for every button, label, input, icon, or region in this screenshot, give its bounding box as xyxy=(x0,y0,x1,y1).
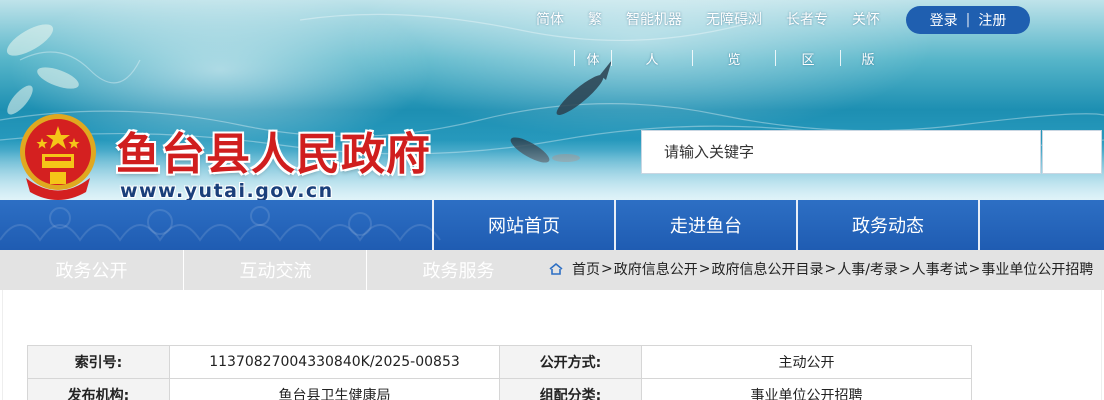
breadcrumb-info-disclosure[interactable]: 政府信息公开 xyxy=(614,259,698,279)
login-separator: | xyxy=(965,12,971,28)
breadcrumb-home[interactable]: 首页 xyxy=(572,259,600,279)
disclosure-method-value: 主动公开 xyxy=(641,345,972,379)
site-title: 鱼台县人民政府 xyxy=(116,129,431,180)
breadcrumb: 首页 > 政府信息公开 > 政府信息公开目录 > 人事/考录 > 人事考试 > … xyxy=(548,259,1093,279)
link-continuation-1[interactable]: 体 xyxy=(575,49,611,68)
national-emblem-icon xyxy=(20,114,96,200)
login-register-pill: 登录 | 注册 xyxy=(906,6,1030,34)
subnav-interaction[interactable]: 互动交流 xyxy=(184,250,367,290)
link-continuation-5[interactable]: 版 xyxy=(841,49,895,68)
main-navigation: 网站首页 走进鱼台 政务动态 xyxy=(0,200,1104,250)
index-number-label: 索引号: xyxy=(27,345,170,379)
breadcrumb-separator: > xyxy=(898,261,911,277)
search-button[interactable] xyxy=(1042,130,1102,174)
index-number-value: 11370827004330840K/2025-00853 xyxy=(169,345,500,379)
breadcrumb-separator: > xyxy=(601,261,613,277)
home-icon xyxy=(549,262,563,275)
link-traditional[interactable]: 繁 xyxy=(588,9,602,29)
link-simplified[interactable]: 简体 xyxy=(536,9,564,29)
search-input[interactable]: 请输入关键字 xyxy=(641,130,1041,174)
publisher-value: 鱼台县卫生健康局 xyxy=(169,378,500,400)
disclosure-method-label: 公开方式: xyxy=(499,345,642,379)
breadcrumb-separator: > xyxy=(698,261,711,277)
top-links-second-row: 体 人 览 区 版 xyxy=(574,49,895,68)
top-utility-links: 简体 繁 智能机器 无障碍浏 长者专 关怀 xyxy=(524,9,904,29)
breadcrumb-disclosure-catalog[interactable]: 政府信息公开目录 xyxy=(711,259,823,279)
category-value: 事业单位公开招聘 xyxy=(641,378,972,400)
table-row: 发布机构: 鱼台县卫生健康局 组配分类: 事业单位公开招聘 xyxy=(27,378,972,400)
link-care[interactable]: 关怀 xyxy=(852,9,880,29)
link-elderly[interactable]: 长者专 xyxy=(786,9,828,29)
register-link[interactable]: 注册 xyxy=(978,10,1006,30)
link-smart-machine[interactable]: 智能机器 xyxy=(626,9,682,29)
publisher-label: 发布机构: xyxy=(27,378,170,400)
link-continuation-2[interactable]: 人 xyxy=(612,49,692,68)
nav-home[interactable]: 网站首页 xyxy=(434,200,614,250)
subnav-gov-services[interactable]: 政务服务 xyxy=(367,250,550,290)
document-info-table: 索引号: 11370827004330840K/2025-00853 公开方式:… xyxy=(27,345,972,400)
link-continuation-4[interactable]: 区 xyxy=(776,49,840,68)
login-link[interactable]: 登录 xyxy=(930,10,958,30)
breadcrumb-personnel-recruitment[interactable]: 人事/考录 xyxy=(837,259,898,279)
site-url: www.yutai.gov.cn xyxy=(120,180,334,202)
breadcrumb-separator: > xyxy=(824,261,837,277)
link-accessibility[interactable]: 无障碍浏 xyxy=(706,9,762,29)
nav-government-news[interactable]: 政务动态 xyxy=(798,200,978,250)
subnav-gov-affairs-open[interactable]: 政务公开 xyxy=(0,250,183,290)
breadcrumb-separator: > xyxy=(968,261,981,277)
category-label: 组配分类: xyxy=(499,378,642,400)
breadcrumb-personnel-exam[interactable]: 人事考试 xyxy=(912,259,968,279)
breadcrumb-current: 事业单位公开招聘 xyxy=(981,262,1094,278)
table-row: 索引号: 11370827004330840K/2025-00853 公开方式:… xyxy=(27,345,972,379)
nav-divider xyxy=(978,200,980,250)
link-continuation-3[interactable]: 览 xyxy=(693,49,775,68)
nav-about-yutai[interactable]: 走进鱼台 xyxy=(616,200,796,250)
